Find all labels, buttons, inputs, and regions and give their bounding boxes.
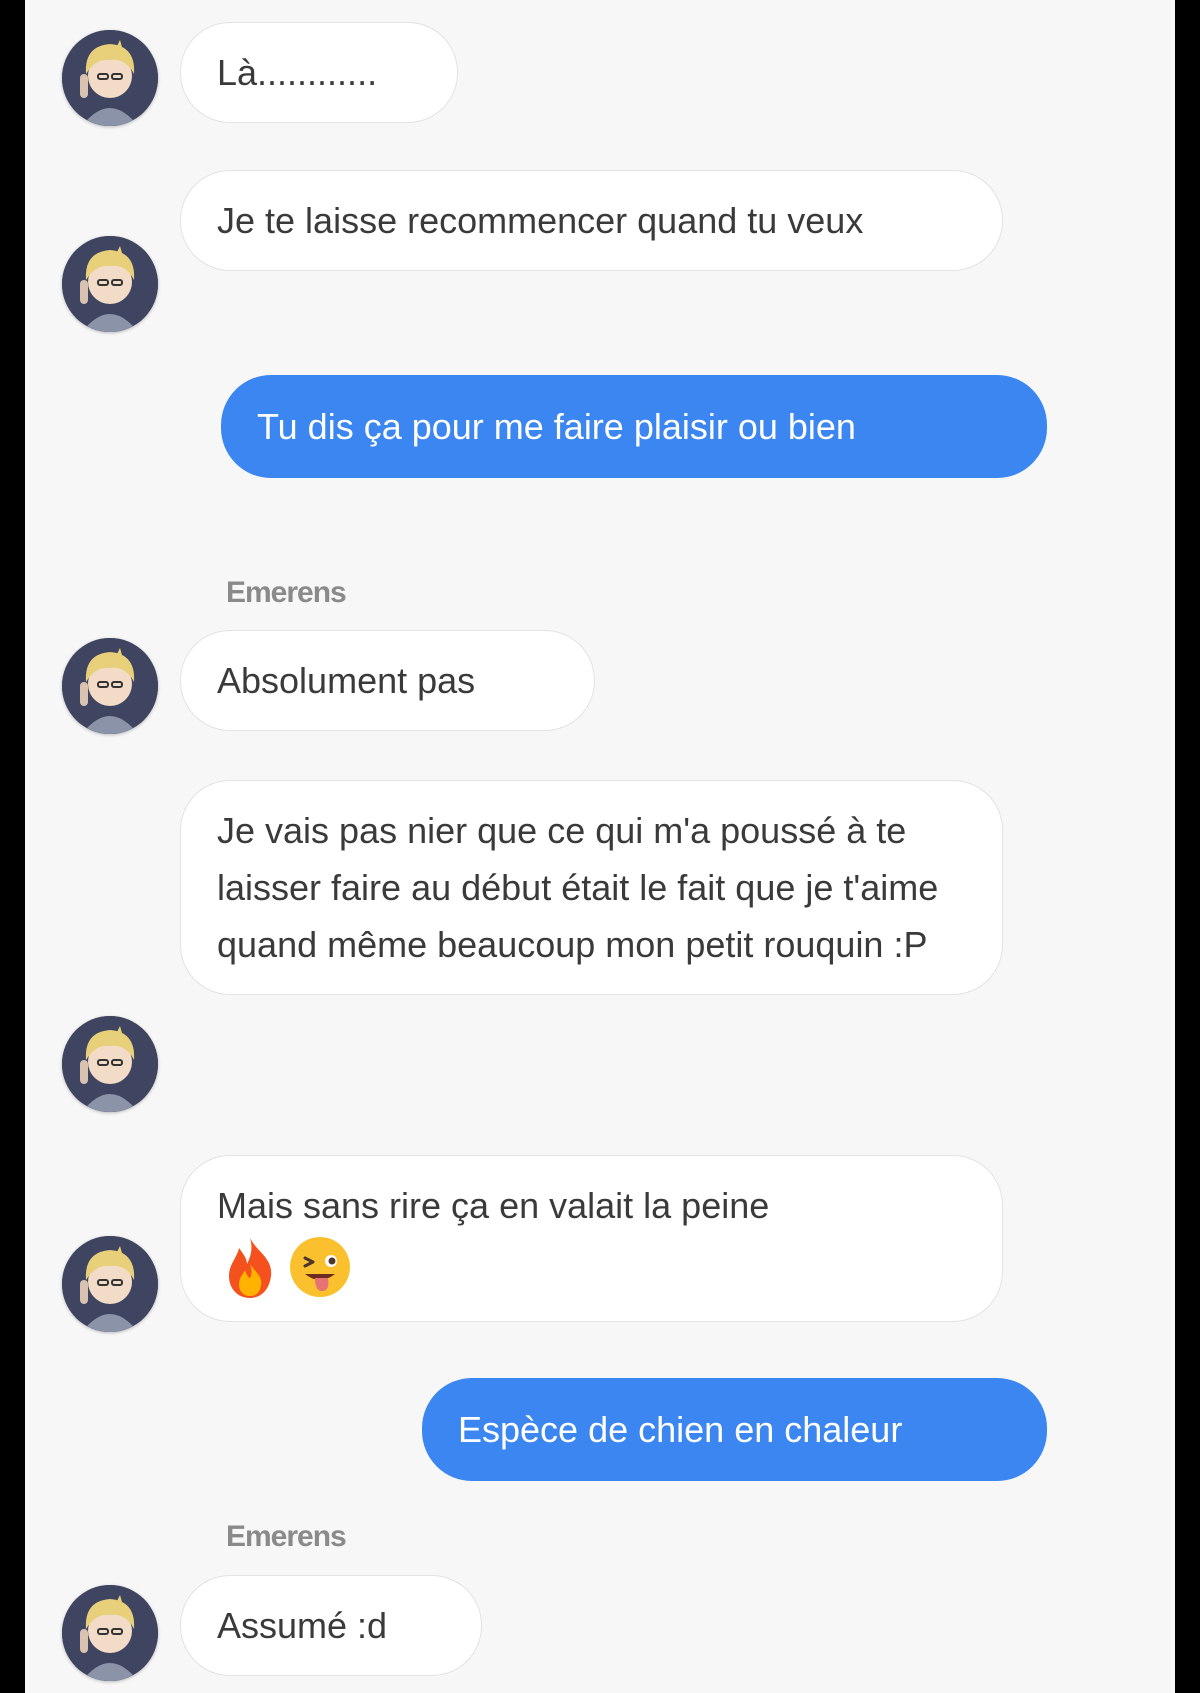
contact-avatar[interactable] [62,236,158,332]
message-text: Là............ [217,52,378,93]
contact-avatar[interactable] [62,1016,158,1112]
message-bubble-incoming[interactable]: Je te laisse recommencer quand tu veux [180,170,1003,271]
message-text: Assumé :d [217,1605,388,1646]
sender-name: Emerens [226,576,347,609]
contact-avatar[interactable] [62,30,158,126]
contact-avatar[interactable] [62,1585,158,1681]
message-text: Espèce de chien en chaleur [458,1409,903,1450]
message-text: Tu dis ça pour me faire plaisir ou bien [257,406,856,447]
chat-panel: Là............ Je te laisse recommencer … [25,0,1175,1693]
message-bubble-incoming[interactable]: Je vais pas nier que ce qui m'a poussé à… [180,780,1003,995]
message-text: Absolument pas [217,660,476,701]
fire-emoji-icon [217,1234,283,1300]
message-text: Mais sans rire ça en valait la peine [217,1185,770,1226]
contact-avatar[interactable] [62,1236,158,1332]
message-bubble-incoming[interactable]: Assumé :d [180,1575,482,1676]
message-bubble-outgoing[interactable]: Tu dis ça pour me faire plaisir ou bien [221,375,1047,478]
winking-face-with-tongue-emoji-icon [287,1234,353,1300]
message-bubble-incoming[interactable]: Absolument pas [180,630,595,731]
message-bubble-incoming[interactable]: Mais sans rire ça en valait la peine [180,1155,1003,1322]
message-text: Je te laisse recommencer quand tu veux [217,200,864,241]
contact-avatar[interactable] [62,638,158,734]
message-text: Je vais pas nier que ce qui m'a poussé à… [217,810,939,965]
message-bubble-incoming[interactable]: Là............ [180,22,458,123]
message-bubble-outgoing[interactable]: Espèce de chien en chaleur [422,1378,1047,1481]
sender-name: Emerens [226,1520,347,1553]
